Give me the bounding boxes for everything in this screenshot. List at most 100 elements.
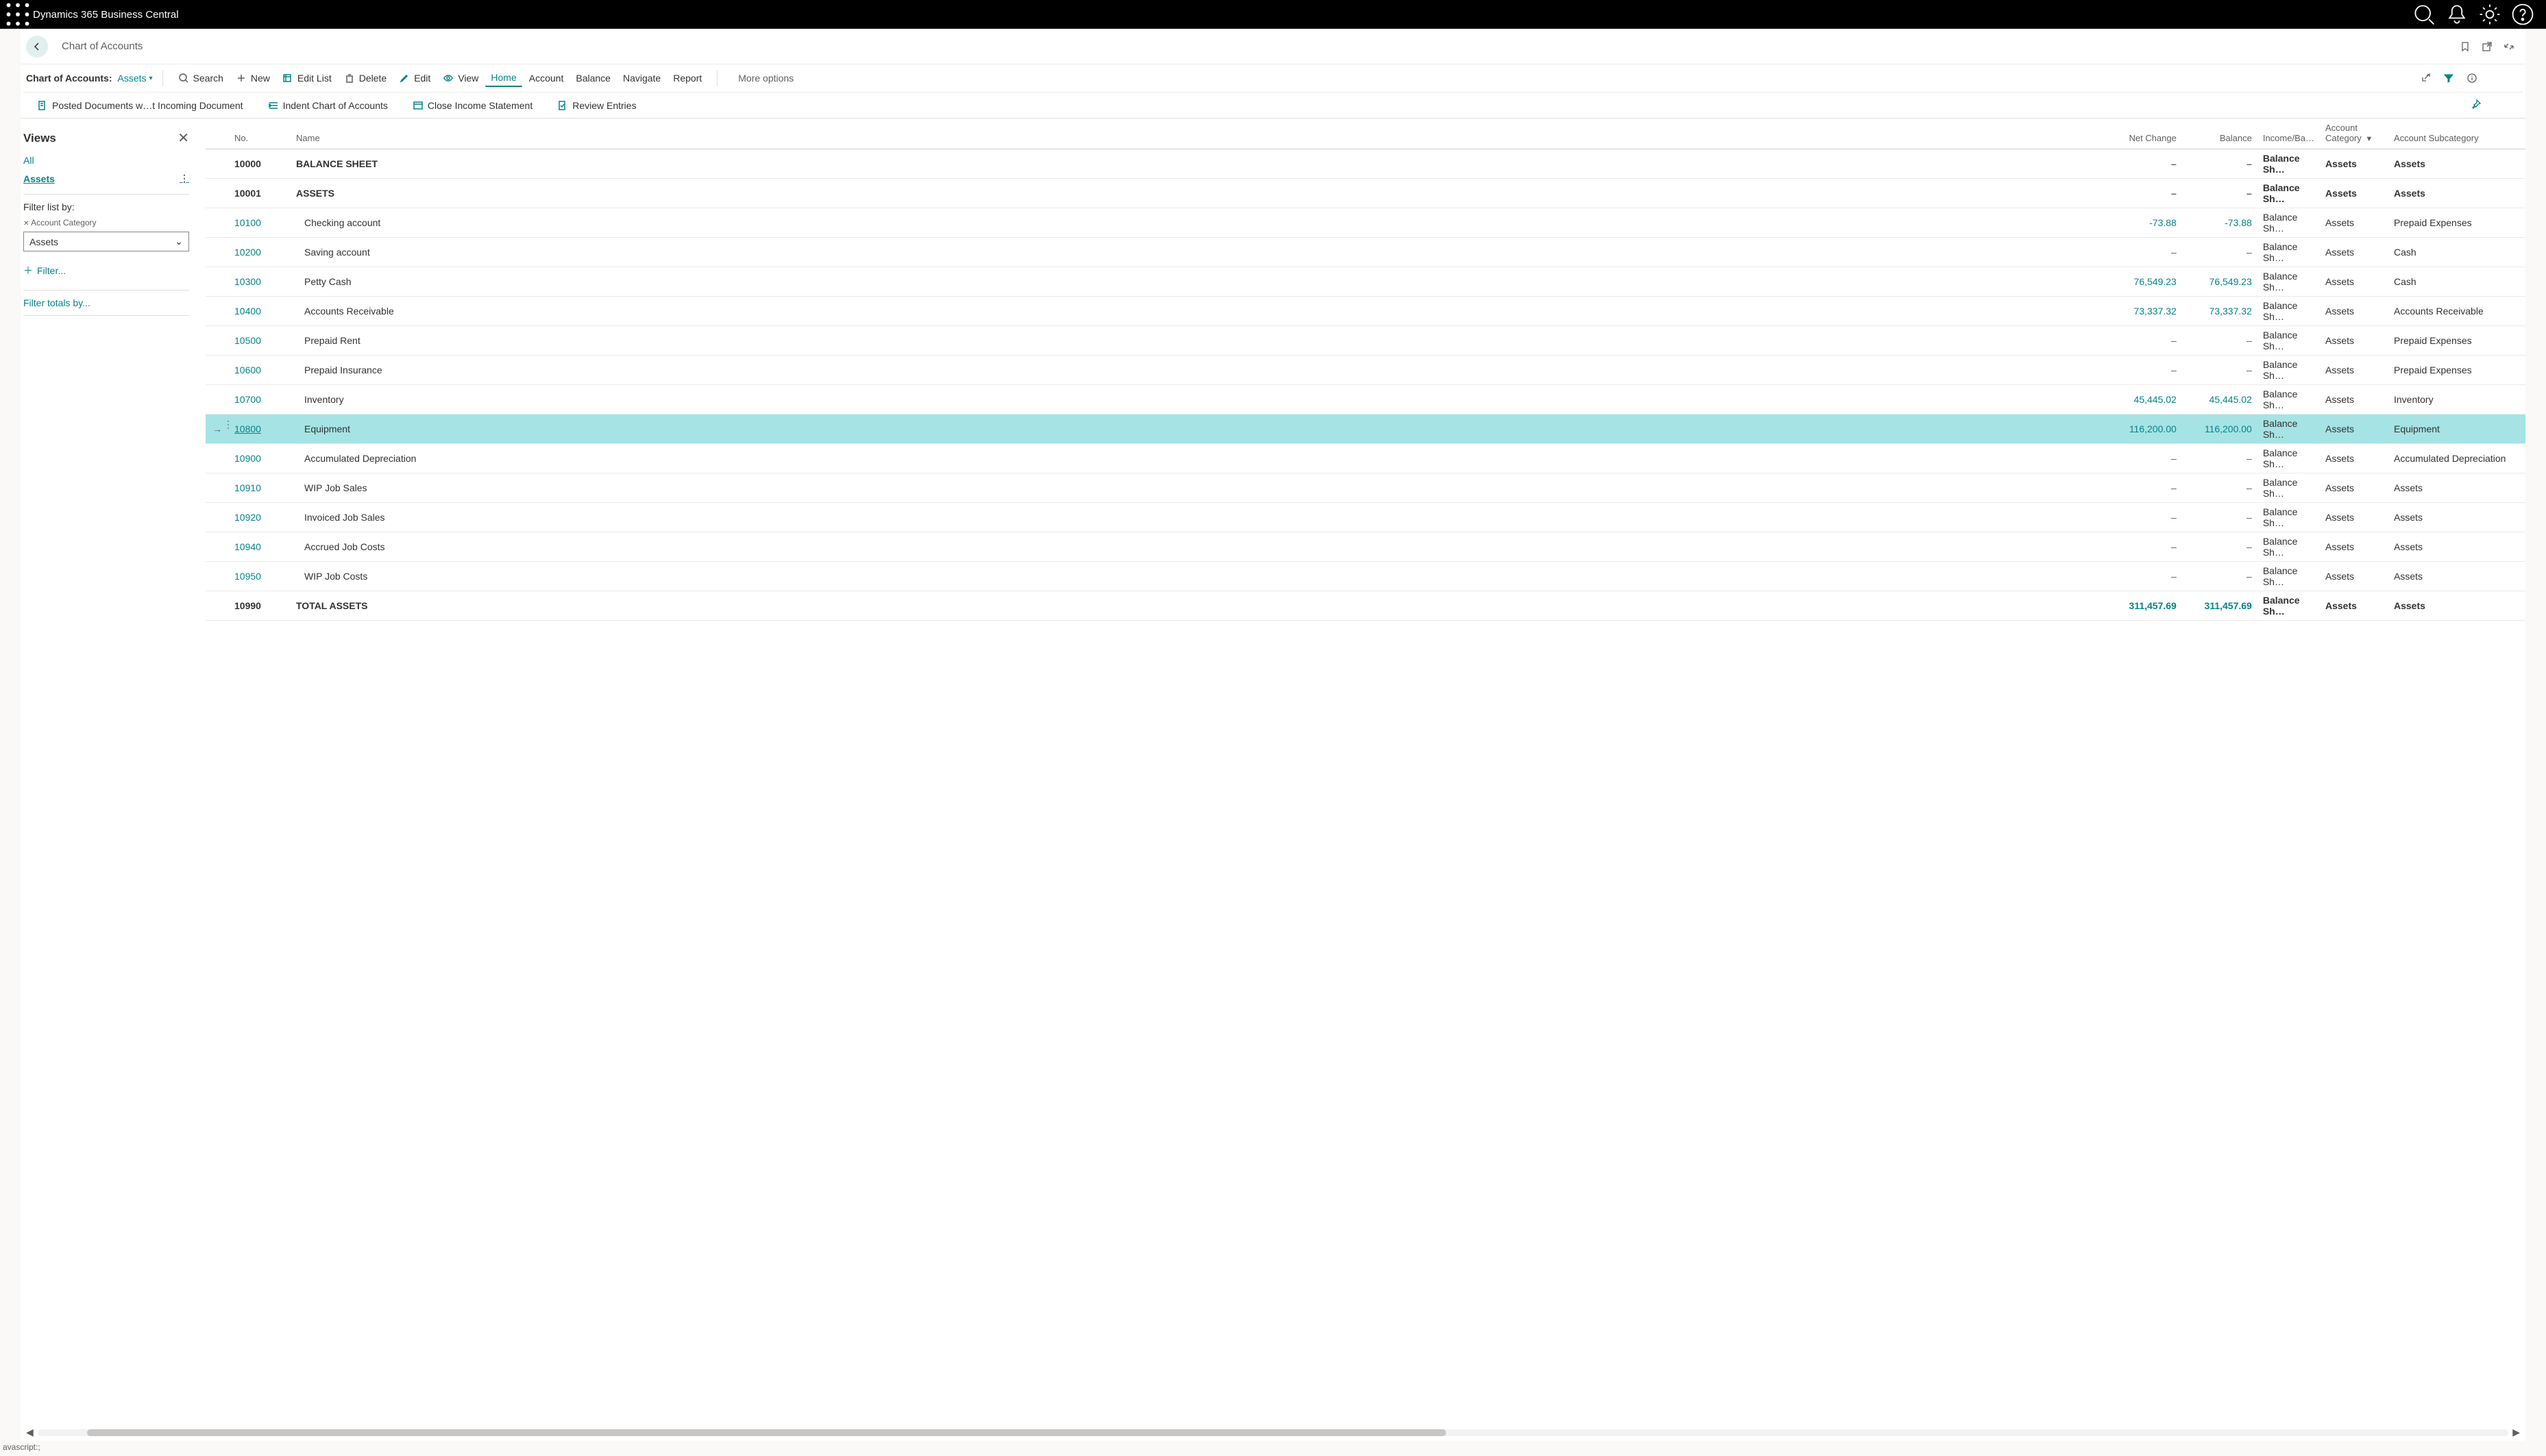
filter-chip[interactable]: Account Category [23,218,189,227]
filter-icon[interactable] [2439,69,2458,88]
info-icon[interactable] [2462,69,2482,88]
col-net-change[interactable]: Net Change [2107,119,2182,149]
account-no-link[interactable]: 10100 [234,217,261,228]
share-icon[interactable] [2416,69,2435,88]
account-name: WIP Job Costs [291,562,2107,591]
view-item-all[interactable]: All [23,152,189,170]
account-no-link[interactable]: 10400 [234,306,261,317]
table-row[interactable]: 10600Prepaid Insurance––Balance Sh…Asset… [206,356,2525,385]
subcategory-value: Assets [2388,591,2525,621]
search-icon[interactable] [2412,0,2436,29]
pin-icon[interactable] [2471,99,2482,112]
account-no-link[interactable]: 10910 [234,482,261,493]
home-tab[interactable]: Home [485,69,522,87]
filter-value-select[interactable]: Assets ⌄ [23,232,189,251]
edit-list-button[interactable]: Edit List [277,70,337,86]
table-row[interactable]: 10920Invoiced Job Sales––Balance Sh…Asse… [206,503,2525,532]
income-balance-value: Balance Sh… [2257,444,2320,473]
filter-applied-icon: ▼ [2365,135,2373,143]
table-row[interactable]: 10940Accrued Job Costs––Balance Sh…Asset… [206,532,2525,562]
row-menu-icon[interactable]: ⋮ [223,419,233,430]
col-no[interactable]: No. [229,119,291,149]
income-balance-value: Balance Sh… [2257,385,2320,415]
balance-value: – [2182,326,2257,356]
table-row[interactable]: 10300Petty Cash76,549.2376,549.23Balance… [206,267,2525,297]
add-filter-button[interactable]: ＋ Filter... [23,264,189,277]
table-row[interactable]: 10100Checking account-73.88-73.88Balance… [206,208,2525,238]
table-row[interactable]: 10900Accumulated Depreciation––Balance S… [206,444,2525,473]
filter-totals-button[interactable]: Filter totals by... [23,290,189,316]
category-value: Assets [2320,179,2388,208]
new-button[interactable]: New [230,70,276,86]
account-no-link[interactable]: 10500 [234,335,261,346]
table-row[interactable]: 10500Prepaid Rent––Balance Sh…AssetsPrep… [206,326,2525,356]
account-no-link[interactable]: 10700 [234,394,261,405]
account-no-link[interactable]: 10940 [234,541,261,552]
col-income[interactable]: Income/Ba… [2257,119,2320,149]
col-subcategory[interactable]: Account Subcategory [2388,119,2525,149]
income-balance-value: Balance Sh… [2257,415,2320,444]
settings-icon[interactable] [2477,0,2502,29]
popout-icon[interactable] [2476,36,2498,58]
app-launcher-icon[interactable] [5,2,30,27]
category-value: Assets [2320,356,2388,385]
app-topbar: Dynamics 365 Business Central [0,0,2546,29]
help-icon[interactable] [2510,0,2535,29]
table-row[interactable]: 10400Accounts Receivable73,337.3273,337.… [206,297,2525,326]
account-no-link[interactable]: 10300 [234,276,261,287]
navigate-tab[interactable]: Navigate [617,70,666,86]
back-button[interactable] [26,36,48,58]
account-name: Prepaid Insurance [291,356,2107,385]
subcategory-value: Assets [2388,562,2525,591]
account-name: Inventory [291,385,2107,415]
indent-button[interactable]: Indent Chart of Accounts [262,97,393,114]
table-row[interactable]: →⋮10800Equipment116,200.00116,200.00Bala… [206,415,2525,444]
col-name[interactable]: Name [291,119,2107,149]
close-income-button[interactable]: Close Income Statement [407,97,538,114]
view-button[interactable]: View [437,70,484,86]
account-no-link[interactable]: 10900 [234,453,261,464]
chevron-down-icon: ⌄ [175,236,183,247]
account-name: Accumulated Depreciation [291,444,2107,473]
table-row[interactable]: 10200Saving account––Balance Sh…AssetsCa… [206,238,2525,267]
more-options[interactable]: More options [733,70,799,86]
account-no-link[interactable]: 10200 [234,247,261,258]
review-entries-button[interactable]: Review Entries [552,97,641,114]
balance-value: – [2182,149,2257,179]
scroll-right-icon[interactable]: ▶ [2512,1427,2520,1438]
report-tab[interactable]: Report [668,70,707,86]
account-tab[interactable]: Account [524,70,570,86]
table-row[interactable]: 10950WIP Job Costs––Balance Sh…AssetsAss… [206,562,2525,591]
account-no-link[interactable]: 10920 [234,512,261,523]
income-balance-value: Balance Sh… [2257,326,2320,356]
posted-documents-button[interactable]: Posted Documents w…t Incoming Document [32,97,249,114]
view-item-assets[interactable]: Assets ⋮ [23,170,189,188]
views-panel: Views ✕ All Assets ⋮ Filter list by: Acc… [21,119,192,1424]
net-change-value: – [2107,356,2182,385]
close-views-icon[interactable]: ✕ [178,129,189,147]
horizontal-scrollbar[interactable]: ◀ ▶ [21,1424,2525,1441]
table-row[interactable]: 10001ASSETS––Balance Sh…AssetsAssets [206,179,2525,208]
account-no-link[interactable]: 10600 [234,365,261,375]
view-dropdown[interactable]: Assets▾ [117,73,152,84]
edit-button[interactable]: Edit [393,70,436,86]
table-row[interactable]: 10910WIP Job Sales––Balance Sh…AssetsAss… [206,473,2525,503]
delete-button[interactable]: Delete [339,70,392,86]
table-row[interactable]: 10000BALANCE SHEET––Balance Sh…AssetsAss… [206,149,2525,179]
col-category[interactable]: Account Category ▼ [2320,119,2388,149]
bookmark-icon[interactable] [2454,36,2476,58]
account-no-link[interactable]: 10950 [234,571,261,582]
view-item-menu-icon[interactable]: ⋮ [180,173,189,184]
scroll-left-icon[interactable]: ◀ [26,1427,34,1438]
income-balance-value: Balance Sh… [2257,267,2320,297]
balance-tab[interactable]: Balance [570,70,616,86]
search-button[interactable]: Search [173,70,229,86]
notifications-icon[interactable] [2445,0,2469,29]
collapse-icon[interactable] [2498,36,2520,58]
table-row[interactable]: 10990TOTAL ASSETS311,457.69311,457.69Bal… [206,591,2525,621]
net-change-value: 76,549.23 [2107,267,2182,297]
col-balance[interactable]: Balance [2182,119,2257,149]
net-change-value: 73,337.32 [2107,297,2182,326]
table-row[interactable]: 10700Inventory45,445.0245,445.02Balance … [206,385,2525,415]
account-no-link[interactable]: 10800 [234,423,261,434]
